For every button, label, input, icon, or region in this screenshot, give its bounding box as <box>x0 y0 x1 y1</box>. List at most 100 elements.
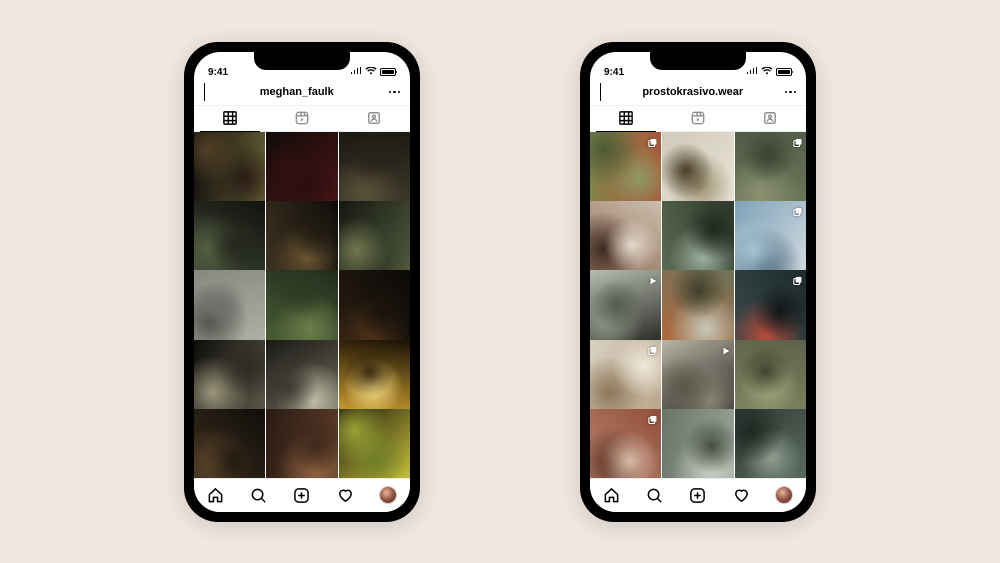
battery-icon <box>380 68 396 76</box>
tagged-icon <box>367 111 381 125</box>
post-thumbnail[interactable] <box>590 270 661 341</box>
post-thumbnail[interactable] <box>735 270 806 341</box>
post-thumbnail[interactable] <box>194 409 265 477</box>
profile-header: meghan_faulk <box>194 80 410 106</box>
mountain-valley-figure <box>662 201 733 272</box>
post-thumbnail[interactable] <box>194 132 265 203</box>
post-thumbnail[interactable] <box>662 270 733 341</box>
tab-grid[interactable] <box>194 106 266 131</box>
post-thumbnail[interactable] <box>590 409 661 477</box>
play-icon <box>721 343 731 353</box>
carousel-icon <box>793 135 803 145</box>
carousel-icon <box>648 412 658 422</box>
post-thumbnail[interactable] <box>662 201 733 272</box>
heart-icon <box>337 487 354 504</box>
nav-activity[interactable] <box>330 480 360 510</box>
post-thumbnail[interactable] <box>194 201 265 272</box>
search-icon <box>646 487 663 504</box>
post-thumbnail[interactable] <box>735 409 806 477</box>
status-time: 9:41 <box>604 67 624 78</box>
stone-archway-light <box>194 340 265 411</box>
bottom-nav <box>590 478 806 512</box>
home-icon <box>603 487 620 504</box>
post-thumbnail[interactable] <box>339 340 410 411</box>
nav-add[interactable] <box>287 480 317 510</box>
reels-icon <box>691 111 705 125</box>
screen: 9:41 meghan_faulk <box>194 52 410 512</box>
nav-home[interactable] <box>201 480 231 510</box>
home-icon <box>207 487 224 504</box>
post-thumbnail[interactable] <box>662 132 733 203</box>
post-thumbnail[interactable] <box>590 201 661 272</box>
battery-icon <box>776 68 792 76</box>
tab-grid[interactable] <box>590 106 662 131</box>
more-options-button[interactable] <box>785 91 797 94</box>
post-thumbnail[interactable] <box>590 132 661 203</box>
profile-tabs <box>590 106 806 132</box>
notch <box>254 52 350 70</box>
dim-window-interior <box>194 409 265 477</box>
nav-search[interactable] <box>244 480 274 510</box>
redhead-field <box>662 270 733 341</box>
yellow-scarf-portrait <box>662 132 733 203</box>
post-thumbnail[interactable] <box>266 201 337 272</box>
post-thumbnail[interactable] <box>339 270 410 341</box>
nav-profile[interactable] <box>373 480 403 510</box>
nav-add[interactable] <box>683 480 713 510</box>
wifi-icon <box>365 67 377 78</box>
notch <box>650 52 746 70</box>
phone-right: 9:41 prostokrasivo.wear <box>580 42 816 522</box>
profile-header: prostokrasivo.wear <box>590 80 806 106</box>
post-thumbnail[interactable] <box>735 201 806 272</box>
post-thumbnail[interactable] <box>339 132 410 203</box>
dark-bouquet <box>266 201 337 272</box>
signal-icon <box>746 67 758 78</box>
post-thumbnail[interactable] <box>266 270 337 341</box>
nav-search[interactable] <box>640 480 670 510</box>
avatar-icon <box>380 487 396 503</box>
antique-hall-figure <box>266 409 337 477</box>
status-time: 9:41 <box>208 67 228 78</box>
post-thumbnail[interactable] <box>662 409 733 477</box>
search-icon <box>250 487 267 504</box>
post-thumbnail[interactable] <box>735 132 806 203</box>
carousel-icon <box>793 204 803 214</box>
profile-username[interactable]: meghan_faulk <box>205 86 389 98</box>
wrought-iron-garden <box>339 201 410 272</box>
avatar-icon <box>776 487 792 503</box>
candlelit-interior <box>339 270 410 341</box>
grid-icon <box>223 111 237 125</box>
dark-floral-still-life <box>194 132 265 203</box>
overcast-sky-ledge <box>194 270 265 341</box>
post-thumbnail[interactable] <box>194 270 265 341</box>
tab-tagged[interactable] <box>338 106 410 131</box>
dim-portrait <box>339 132 410 203</box>
tab-reels[interactable] <box>662 106 734 131</box>
brunette-closeup <box>590 201 661 272</box>
carousel-icon <box>793 273 803 283</box>
post-thumbnail[interactable] <box>266 409 337 477</box>
post-thumbnail[interactable] <box>590 340 661 411</box>
post-thumbnail[interactable] <box>266 132 337 203</box>
post-thumbnail[interactable] <box>735 340 806 411</box>
plus-square-icon <box>689 487 706 504</box>
nav-activity[interactable] <box>726 480 756 510</box>
post-thumbnail[interactable] <box>339 201 410 272</box>
nav-home[interactable] <box>597 480 627 510</box>
tab-reels[interactable] <box>266 106 338 131</box>
status-indicators <box>350 67 396 78</box>
post-thumbnail[interactable] <box>339 409 410 477</box>
status-indicators <box>746 67 792 78</box>
post-thumbnail[interactable] <box>194 340 265 411</box>
tagged-icon <box>763 111 777 125</box>
post-thumbnail[interactable] <box>662 340 733 411</box>
tab-tagged[interactable] <box>734 106 806 131</box>
grid-icon <box>619 111 633 125</box>
wifi-icon <box>761 67 773 78</box>
golden-sunset-skyline <box>339 340 410 411</box>
profile-username[interactable]: prostokrasivo.wear <box>601 86 785 98</box>
more-options-button[interactable] <box>389 91 401 94</box>
screen: 9:41 prostokrasivo.wear <box>590 52 806 512</box>
post-thumbnail[interactable] <box>266 340 337 411</box>
nav-profile[interactable] <box>769 480 799 510</box>
